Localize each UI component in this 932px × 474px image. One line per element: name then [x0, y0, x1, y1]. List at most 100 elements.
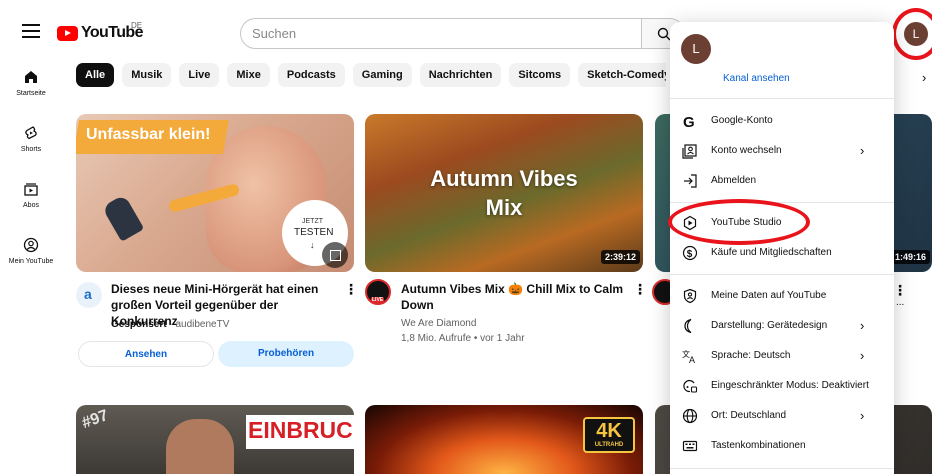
menu-item-label: Sprache: Deutsch — [711, 350, 791, 361]
video-thumbnail[interactable]: Autumn Vibes Mix 2:39:12 — [365, 114, 643, 272]
account-circle-icon — [23, 237, 39, 253]
badge-arrow: ↓ — [310, 240, 315, 250]
channel-name[interactable]: · audibeneTV — [167, 319, 229, 330]
menu-divider — [670, 468, 894, 469]
chevron-right-icon: › — [860, 143, 865, 158]
purchases-icon: $ — [682, 245, 698, 261]
menu-item-my-data[interactable]: Meine Daten auf YouTube — [670, 281, 894, 311]
menu-item-language[interactable]: 文A Sprache: Deutsch › — [670, 341, 894, 371]
channel-avatar-live[interactable]: LIVE — [365, 279, 391, 305]
chip-music[interactable]: Musik — [122, 63, 172, 87]
search-box — [240, 18, 642, 49]
menu-divider — [670, 274, 894, 275]
video-thumbnail-ad[interactable]: Unfassbar klein! JETZT TESTEN ↓ — [76, 114, 354, 272]
menu-icon[interactable] — [22, 24, 40, 38]
menu-item-appearance[interactable]: Darstellung: Gerätedesign › — [670, 311, 894, 341]
menu-item-keyboard-shortcuts[interactable]: Tastenkombinationen — [670, 431, 894, 461]
highlight-ring-avatar — [892, 8, 932, 60]
chip-sitcoms[interactable]: Sitcoms — [509, 63, 571, 87]
4k-badge: 4K ULTRAHD — [583, 417, 635, 453]
restricted-mode-icon — [683, 379, 698, 393]
menu-item-label: Konto wechseln — [711, 145, 782, 156]
duration-badge: 2:39:12 — [601, 250, 641, 264]
badge-text-main: TESTEN — [294, 227, 334, 238]
menu-item-label: Meine Daten auf YouTube — [711, 290, 827, 301]
chevron-right-icon: › — [860, 348, 865, 363]
person-image — [166, 419, 234, 474]
search-icon — [657, 27, 671, 41]
hearing-aid-image — [101, 194, 145, 242]
menu-item-restricted-mode[interactable]: Eingeschränkter Modus: Deaktiviert — [670, 371, 894, 401]
youtube-logo[interactable]: YouTube DE — [57, 21, 143, 42]
more-vert-icon[interactable]: ⋮ — [344, 281, 358, 298]
chip-mixes[interactable]: Mixe — [227, 63, 270, 87]
video-meta: Gesponsert · audibeneTV — [111, 318, 229, 332]
listen-button[interactable]: Probehören — [218, 341, 354, 367]
highlight-ring-studio — [668, 199, 810, 245]
chevron-right-icon[interactable]: › — [922, 70, 926, 85]
chip-live[interactable]: Live — [179, 63, 220, 87]
menu-item-label: Ort: Deutschland — [711, 410, 787, 421]
svg-text:G: G — [683, 114, 695, 129]
country-code: DE — [131, 21, 143, 30]
duration-badge: 1:49:16 — [891, 250, 931, 264]
sign-out-icon — [684, 174, 697, 188]
thumb-title-line1: Autumn Vibes — [430, 166, 578, 191]
menu-item-label: Käufe und Mitgliedschaften — [711, 247, 832, 258]
nav-item-subscriptions[interactable]: Abos — [0, 181, 62, 209]
sponsored-label: Gesponsert — [111, 319, 167, 330]
youtube-play-icon — [57, 25, 78, 41]
svg-text:A: A — [689, 355, 695, 364]
watch-button[interactable]: Ansehen — [78, 341, 214, 367]
episode-number: #97 — [79, 406, 111, 433]
menu-item-label: Tastenkombinationen — [711, 440, 806, 451]
category-chips: Alle Musik Live Mixe Podcasts Gaming Nac… — [76, 63, 666, 87]
shorts-icon — [25, 126, 37, 140]
channel-name[interactable]: We Are Diamond — [401, 317, 476, 331]
live-badge: LIVE — [371, 297, 385, 303]
video-title[interactable]: Autumn Vibes Mix 🎃 Chill Mix to Calm Dow… — [401, 281, 627, 313]
nav-item-my-youtube[interactable]: Mein YouTube — [0, 237, 62, 265]
shield-person-icon — [683, 288, 697, 304]
nav-item-shorts[interactable]: Shorts — [0, 125, 62, 153]
badge-text-top: JETZT — [302, 218, 323, 225]
more-vert-icon[interactable]: ⋮ — [633, 281, 647, 298]
menu-item-label: Darstellung: Gerätedesign — [711, 320, 828, 331]
keyboard-icon — [682, 440, 698, 452]
menu-item-google-account[interactable]: G Google-Konto — [670, 106, 894, 136]
chip-gaming[interactable]: Gaming — [352, 63, 412, 87]
chevron-right-icon: › — [860, 408, 865, 423]
nav-label: Mein YouTube — [8, 258, 54, 265]
chip-sketch-comedy[interactable]: Sketch-Comedy — [578, 63, 666, 87]
video-thumbnail[interactable]: #97 EINBRUCH — [76, 405, 354, 474]
video-thumbnail[interactable]: 4K ULTRAHD — [365, 405, 643, 474]
nav-label: Abos — [23, 202, 39, 209]
menu-item-location[interactable]: Ort: Deutschland › — [670, 401, 894, 431]
appearance-icon — [684, 318, 692, 334]
account-menu: L Kanal ansehen G Google-Konto Konto wec… — [670, 22, 894, 474]
chip-all[interactable]: Alle — [76, 63, 115, 87]
chevron-right-icon: › — [860, 318, 865, 333]
menu-divider — [670, 98, 894, 99]
4k-label: 4K — [596, 420, 622, 442]
search-input[interactable] — [252, 26, 612, 41]
ultrahd-label: ULTRAHD — [594, 442, 624, 448]
chip-podcasts[interactable]: Podcasts — [277, 63, 345, 87]
view-channel-link[interactable]: Kanal ansehen — [723, 73, 790, 84]
menu-item-sign-out[interactable]: Abmelden — [670, 166, 894, 196]
menu-item-label: Eingeschränkter Modus: Deaktiviert — [711, 380, 869, 391]
chip-news[interactable]: Nachrichten — [419, 63, 502, 87]
menu-item-switch-account[interactable]: Konto wechseln › — [670, 136, 894, 166]
channel-avatar[interactable]: a — [76, 282, 102, 308]
subscriptions-icon — [24, 183, 38, 196]
external-link-icon[interactable] — [322, 242, 348, 268]
nav-label: Startseite — [16, 90, 46, 97]
globe-icon — [682, 408, 698, 424]
video-stats: 1,8 Mio. Aufrufe • vor 1 Jahr — [401, 333, 525, 344]
switch-account-icon — [682, 144, 697, 159]
nav-item-home[interactable]: Startseite — [0, 69, 62, 97]
thumb-banner-text: Unfassbar klein! — [86, 126, 211, 143]
nav-label: Shorts — [20, 146, 42, 153]
thumb-title-line2: Mix — [485, 195, 523, 220]
menu-item-purchases[interactable]: $ Käufe und Mitgliedschaften — [670, 238, 894, 268]
